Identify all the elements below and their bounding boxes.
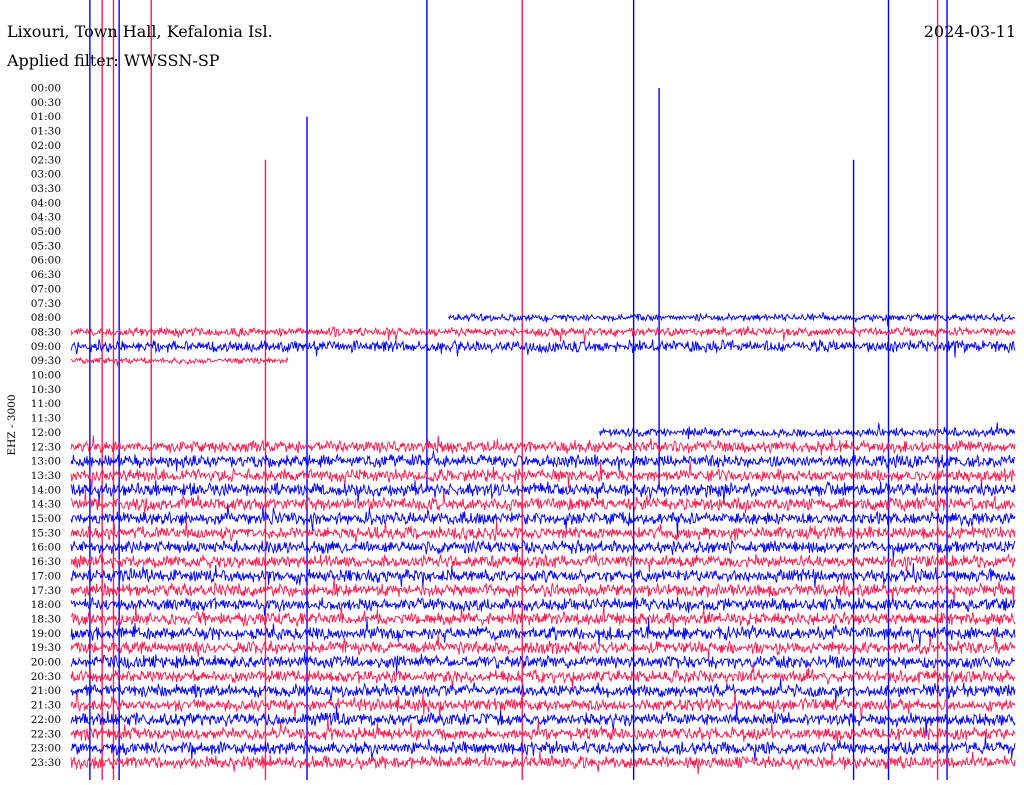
- hour-label: 19:30: [31, 642, 61, 654]
- hour-label: 15:30: [31, 527, 61, 539]
- hour-label: 07:30: [31, 298, 61, 310]
- filter-label: Applied filter: WWSSN-SP: [6, 51, 220, 70]
- helicorder-plot: 00:00 00:30 01:00 01:30 02:00 02:30 03:00 03:30…: [0, 0, 1024, 780]
- hour-label: 15:00: [31, 513, 61, 525]
- hour-label: 20:00: [31, 657, 61, 669]
- hour-label: 09:30: [31, 355, 61, 367]
- hour-label: 06:30: [31, 269, 61, 281]
- hour-label: 21:30: [31, 700, 61, 712]
- hour-label: 23:00: [31, 743, 61, 755]
- hour-label: 01:00: [31, 111, 61, 123]
- hour-label: 05:30: [31, 240, 61, 252]
- hour-label: 17:30: [31, 585, 61, 597]
- hour-label: 04:00: [31, 197, 61, 209]
- hour-label: 22:00: [31, 714, 61, 726]
- station-title: Lixouri, Town Hall, Kefalonia Isl.: [7, 22, 273, 41]
- hour-label: 00:30: [31, 97, 61, 109]
- hour-label: 03:00: [31, 169, 61, 181]
- hour-label: 00:00: [31, 83, 61, 95]
- hour-label: 05:00: [31, 226, 61, 238]
- channel-label: EHZ - 3000: [6, 394, 18, 455]
- hour-label: 14:00: [31, 484, 61, 496]
- hour-label: 02:00: [31, 140, 61, 152]
- hour-label: 18:00: [31, 599, 61, 611]
- hour-label: 16:00: [31, 542, 61, 554]
- hour-label: 14:30: [31, 499, 61, 511]
- hour-label: 12:30: [31, 441, 61, 453]
- hour-label: 08:30: [31, 326, 61, 338]
- hour-label: 23:30: [31, 757, 61, 769]
- hour-label: 11:30: [31, 413, 61, 425]
- hour-label: 03:30: [31, 183, 61, 195]
- hour-label: 08:00: [31, 312, 61, 324]
- hour-label: 12:00: [31, 427, 61, 439]
- hour-label: 13:00: [31, 456, 61, 468]
- hour-label: 22:30: [31, 728, 61, 740]
- hour-label: 20:30: [31, 671, 61, 683]
- hour-label: 11:00: [31, 398, 61, 410]
- hour-label: 13:30: [31, 470, 61, 482]
- hour-label: 16:30: [31, 556, 61, 568]
- hour-label: 09:00: [31, 341, 61, 353]
- hour-label: 10:00: [31, 370, 61, 382]
- hour-label: 17:00: [31, 570, 61, 582]
- helicorder: 00:00 00:30 01:00 01:30 02:00 02:30 03:00 03:30…: [0, 0, 1024, 780]
- date-label: 2024-03-11: [924, 22, 1016, 41]
- hour-label: 10:30: [31, 384, 61, 396]
- hour-label: 19:00: [31, 628, 61, 640]
- hour-label: 04:30: [31, 212, 61, 224]
- hour-label: 01:30: [31, 126, 61, 138]
- hour-label: 07:00: [31, 283, 61, 295]
- hour-label: 06:00: [31, 255, 61, 267]
- hour-label: 18:30: [31, 613, 61, 625]
- hour-label: 21:00: [31, 685, 61, 697]
- hour-label: 02:30: [31, 154, 61, 166]
